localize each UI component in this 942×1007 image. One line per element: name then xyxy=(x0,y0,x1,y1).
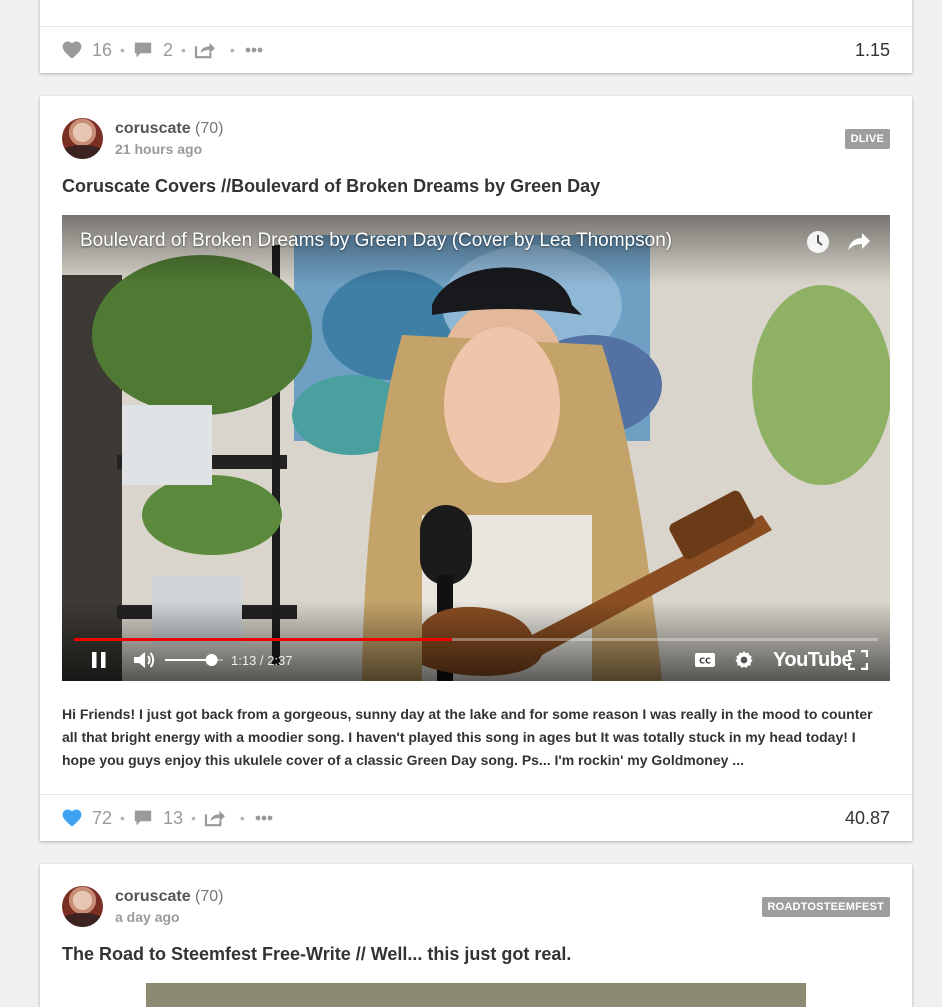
more-options-icon[interactable] xyxy=(245,47,263,53)
fullscreen-icon[interactable] xyxy=(848,647,868,673)
avatar[interactable] xyxy=(62,118,103,159)
post-title[interactable]: Coruscate Covers //Boulevard of Broken D… xyxy=(62,176,600,197)
author-reputation: (70) xyxy=(195,888,224,905)
captions-icon[interactable]: CC xyxy=(694,647,716,673)
comment-icon[interactable] xyxy=(133,41,153,59)
video-title[interactable]: Boulevard of Broken Dreams by Green Day … xyxy=(80,230,672,252)
volume-icon[interactable] xyxy=(132,647,156,673)
video-progress-fill xyxy=(74,638,452,641)
post-image[interactable] xyxy=(146,983,806,1007)
share-video-icon[interactable] xyxy=(846,230,872,259)
author-reputation: (70) xyxy=(195,120,224,137)
comment-count: 2 xyxy=(162,39,173,60)
separator-dot: • xyxy=(180,42,186,58)
tag-badge[interactable]: DLIVE xyxy=(844,129,890,149)
post-card: coruscate (70) a day ago ROADTOSTEEMFEST… xyxy=(40,864,912,1007)
heart-icon[interactable] xyxy=(62,41,82,59)
youtube-logo[interactable]: YouTube xyxy=(773,647,853,673)
post-footer: 72 • 13 • • 40.87 xyxy=(40,794,912,841)
share-icon[interactable] xyxy=(204,809,226,827)
more-options-icon[interactable] xyxy=(255,815,273,821)
volume-slider[interactable] xyxy=(165,647,223,673)
post-excerpt[interactable]: Hi Friends! I just got back from a gorge… xyxy=(62,703,892,772)
separator-dot: • xyxy=(239,810,245,826)
author-name[interactable]: coruscate xyxy=(115,888,191,905)
comment-count: 13 xyxy=(162,807,183,828)
separator-dot: • xyxy=(229,42,235,58)
like-count: 16 xyxy=(92,39,113,60)
watch-later-icon[interactable] xyxy=(806,230,830,259)
payout-value[interactable]: 1.15 xyxy=(855,40,890,61)
separator-dot: • xyxy=(120,42,125,58)
post-time[interactable]: a day ago xyxy=(115,909,224,925)
post-footer: 16 • 2 • • 1.15 xyxy=(40,26,912,73)
settings-gear-icon[interactable] xyxy=(734,647,754,673)
post-time[interactable]: 21 hours ago xyxy=(115,141,224,157)
pause-icon[interactable] xyxy=(90,647,108,673)
like-count: 72 xyxy=(92,807,113,828)
post-card: coruscate (70) 21 hours ago DLIVE Corusc… xyxy=(40,96,912,841)
post-title[interactable]: The Road to Steemfest Free-Write // Well… xyxy=(62,944,571,965)
post-card-previous: 16 • 2 • • 1.15 xyxy=(40,0,912,73)
avatar[interactable] xyxy=(62,886,103,927)
tag-badge[interactable]: ROADTOSTEEMFEST xyxy=(761,897,890,917)
heart-icon[interactable] xyxy=(62,809,82,827)
video-progress-bar[interactable] xyxy=(74,638,878,641)
video-player[interactable]: Boulevard of Broken Dreams by Green Day … xyxy=(62,215,890,681)
comment-icon[interactable] xyxy=(133,809,153,827)
separator-dot: • xyxy=(190,810,196,826)
svg-text:CC: CC xyxy=(699,657,711,666)
video-time: 1:13 / 2:37 xyxy=(231,652,293,668)
share-icon[interactable] xyxy=(194,41,216,59)
post-author-row: coruscate (70) a day ago xyxy=(62,886,224,927)
author-name[interactable]: coruscate xyxy=(115,120,191,137)
payout-value[interactable]: 40.87 xyxy=(845,808,890,829)
separator-dot: • xyxy=(120,810,125,826)
post-author-row: coruscate (70) 21 hours ago xyxy=(62,118,224,159)
